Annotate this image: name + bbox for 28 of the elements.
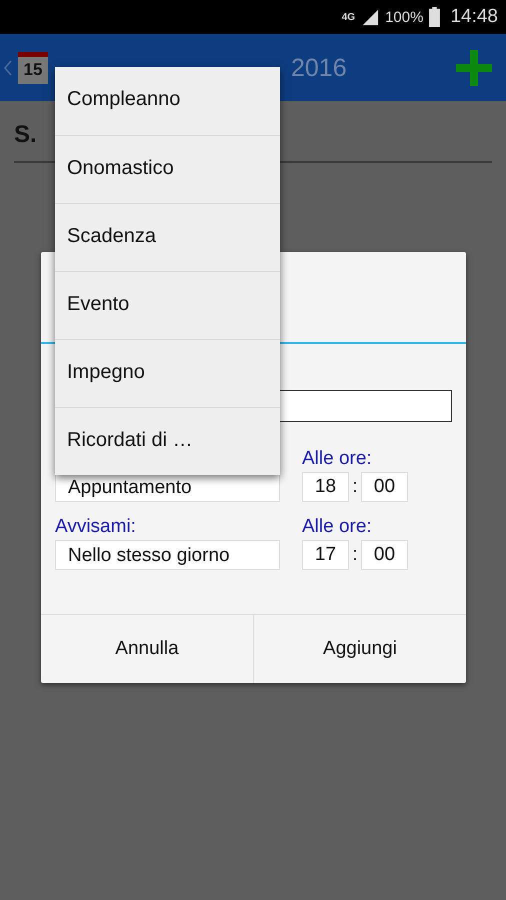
network-type: 4G	[342, 12, 356, 22]
date-title: 2016	[291, 54, 347, 83]
battery-level: 100%	[385, 8, 424, 26]
clock: 14:48	[450, 6, 498, 28]
time-label: Alle ore:	[302, 516, 373, 538]
minute-field[interactable]: 00	[361, 472, 408, 502]
menu-item[interactable]: Ricordati di …	[55, 407, 280, 475]
hour-field[interactable]: 18	[302, 472, 349, 502]
type-field[interactable]: Appuntamento	[55, 472, 280, 502]
battery-icon	[429, 7, 440, 27]
notify-label: Avvisami:	[55, 516, 137, 538]
add-icon[interactable]	[454, 48, 494, 88]
calendar-day: 15	[24, 60, 42, 80]
signal-icon	[361, 8, 380, 26]
menu-item[interactable]: Evento	[55, 271, 280, 339]
notify-field[interactable]: Nello stesso giorno	[55, 540, 280, 570]
cancel-button[interactable]: Annulla	[41, 615, 253, 683]
time-separator: :	[351, 544, 359, 566]
calendar-icon[interactable]: 15	[18, 52, 48, 84]
back-chevron-icon[interactable]	[4, 58, 12, 76]
menu-item[interactable]: Impegno	[55, 339, 280, 407]
time-label: Alle ore:	[302, 448, 373, 470]
menu-item[interactable]: Scadenza	[55, 203, 280, 271]
minute-field[interactable]: 00	[361, 540, 408, 570]
add-button[interactable]: Aggiungi	[253, 615, 466, 683]
menu-item[interactable]: Onomastico	[55, 135, 280, 203]
time-separator: :	[351, 476, 359, 498]
hour-field[interactable]: 17	[302, 540, 349, 570]
